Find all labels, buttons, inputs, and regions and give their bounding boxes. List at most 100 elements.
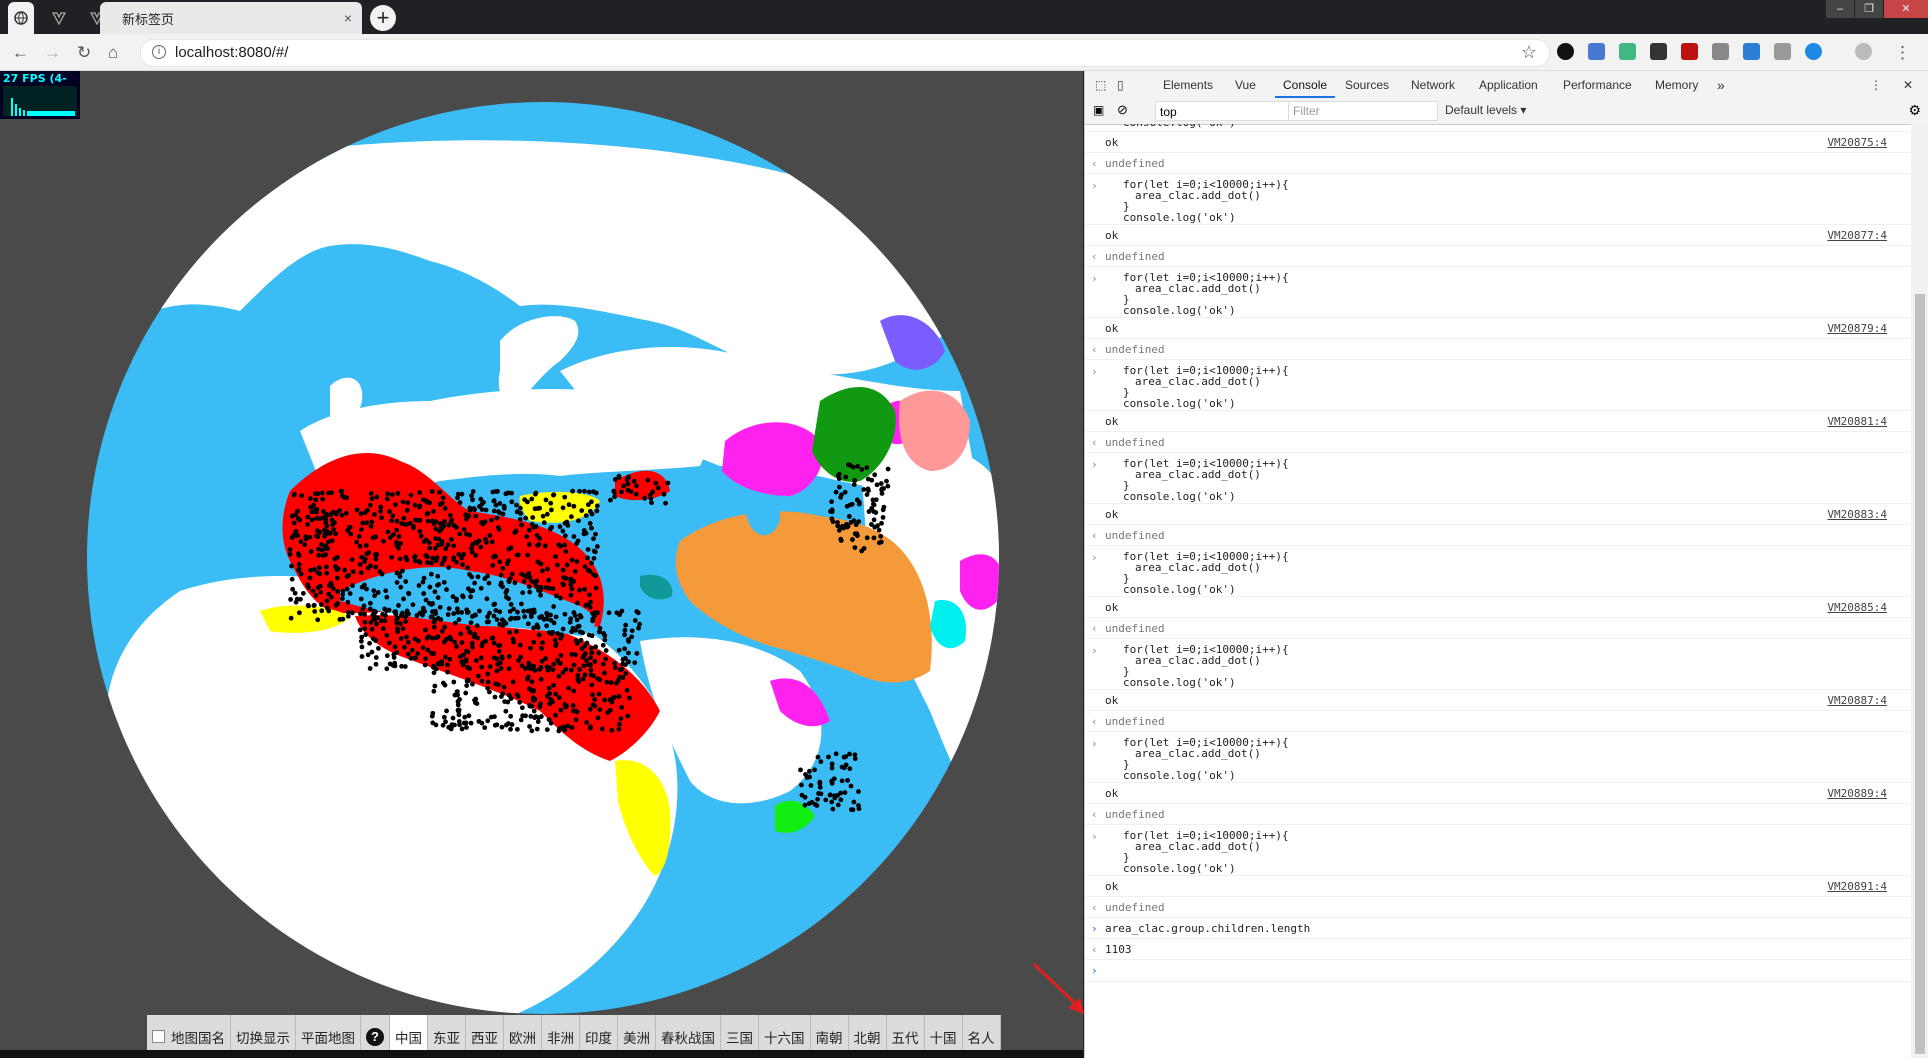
qr-code-icon[interactable]: [1650, 43, 1667, 60]
profile-avatar[interactable]: [1855, 43, 1872, 60]
map-dot: [387, 509, 392, 515]
map-dot: [489, 539, 495, 545]
map-dot: [603, 648, 609, 653]
source-link[interactable]: VM20879:4: [1827, 322, 1887, 335]
filter-input[interactable]: Filter: [1288, 101, 1438, 121]
console-result-undefined: ‹ undefined: [1085, 339, 1911, 360]
devtools-close-icon[interactable]: ✕: [1903, 71, 1913, 98]
map-dot: [436, 582, 442, 587]
map-dot: [417, 529, 423, 534]
more-tabs-icon[interactable]: »: [1717, 71, 1725, 98]
map-dot: [556, 695, 562, 701]
source-link[interactable]: VM20889:4: [1827, 787, 1887, 800]
map-dot: [404, 610, 410, 616]
forward-arrow-icon[interactable]: →: [44, 43, 61, 63]
code-line: console.log('ok'): [1123, 583, 1236, 596]
map-dot: [551, 661, 557, 667]
map-dot: [369, 649, 375, 655]
devtools-menu-icon[interactable]: ⋮: [1870, 71, 1882, 98]
map-dot: [569, 557, 575, 563]
menu-kebab-icon[interactable]: ⋮: [1894, 43, 1911, 63]
extension-icon[interactable]: [1557, 43, 1574, 60]
tab-active[interactable]: [8, 2, 34, 34]
map-dot: [308, 549, 314, 554]
map-dot: [548, 500, 554, 506]
vue-devtools-icon[interactable]: [1619, 43, 1636, 60]
source-link[interactable]: VM20885:4: [1827, 601, 1887, 614]
reload-icon[interactable]: ↻: [77, 43, 91, 63]
back-arrow-icon[interactable]: ←: [12, 43, 29, 63]
map-dot: [521, 608, 527, 614]
map-dot: [879, 520, 884, 526]
close-icon[interactable]: ×: [344, 10, 352, 26]
map-dot: [318, 589, 324, 595]
map-dot: [300, 590, 306, 596]
tab-memory[interactable]: Memory: [1655, 71, 1698, 98]
map-dot: [602, 697, 608, 703]
console-scrollbar[interactable]: [1911, 124, 1928, 1058]
minimize-button[interactable]: –: [1825, 0, 1854, 18]
bookmark-star-icon[interactable]: ☆: [1521, 42, 1537, 63]
map-dot: [337, 617, 343, 622]
map-dot: [374, 621, 380, 627]
home-icon[interactable]: ⌂: [108, 43, 118, 63]
map-dot: [315, 491, 321, 497]
map-dot: [841, 525, 846, 531]
map-dot: [541, 520, 547, 526]
code-line: area_clac.add_dot(): [1135, 189, 1261, 202]
map-dot: [470, 497, 475, 503]
map-dot: [358, 570, 364, 576]
prompt-chevron-icon[interactable]: ›: [1091, 964, 1098, 977]
tab-console[interactable]: Console: [1275, 71, 1336, 98]
source-link[interactable]: VM20877:4: [1827, 229, 1887, 242]
map-dot: [494, 515, 500, 521]
checkbox-icon[interactable]: [152, 1030, 165, 1043]
tab-performance[interactable]: Performance: [1563, 71, 1632, 98]
source-link[interactable]: VM20881:4: [1827, 415, 1887, 428]
source-link[interactable]: VM20887:4: [1827, 694, 1887, 707]
map-dot: [980, 727, 986, 733]
source-link[interactable]: VM20891:4: [1827, 880, 1887, 893]
map-dot: [846, 514, 852, 519]
map-dot: [839, 778, 845, 784]
maximize-button[interactable]: ❐: [1854, 0, 1883, 18]
tab-application[interactable]: Application: [1479, 71, 1538, 98]
globe-map[interactable]: [0, 71, 1083, 1058]
map-dot: [616, 647, 622, 653]
device-toolbar-icon[interactable]: ▯: [1117, 71, 1124, 98]
download-icon[interactable]: [1743, 43, 1760, 60]
extension-icon[interactable]: [1681, 43, 1698, 60]
source-link[interactable]: VM20875:4: [1827, 136, 1887, 149]
map-dot: [448, 536, 454, 542]
clear-console-icon[interactable]: ⊘: [1117, 102, 1128, 118]
gear-icon[interactable]: ⚙: [1908, 102, 1921, 119]
map-dot: [441, 579, 447, 585]
translate-icon[interactable]: [1588, 43, 1605, 60]
code-line: area_clac.add_dot(): [1135, 840, 1261, 853]
sidebar-toggle-icon[interactable]: ▣: [1093, 103, 1104, 117]
extension-icon[interactable]: [1774, 43, 1791, 60]
map-dot: [622, 632, 627, 638]
map-dot: [316, 565, 322, 571]
tab-elements[interactable]: Elements: [1163, 71, 1213, 98]
tab-sources[interactable]: Sources: [1345, 71, 1389, 98]
fps-graph: [3, 86, 77, 116]
tab-new-tab[interactable]: 新标签页 ×: [100, 2, 362, 34]
tab-vue[interactable]: [42, 2, 74, 34]
extension-icon[interactable]: [1805, 43, 1822, 60]
scrollbar-thumb[interactable]: [1915, 294, 1925, 1054]
new-tab-button[interactable]: +: [370, 5, 396, 31]
map-dot: [368, 563, 373, 569]
address-bar[interactable]: i localhost:8080/#/ ☆: [140, 39, 1550, 67]
camera-icon[interactable]: [1712, 43, 1729, 60]
source-link[interactable]: VM20883:4: [1827, 508, 1887, 521]
window-close-button[interactable]: ✕: [1883, 0, 1928, 18]
map-dot: [663, 500, 668, 506]
tab-network[interactable]: Network: [1411, 71, 1455, 98]
map-dot: [802, 794, 808, 800]
inspect-element-icon[interactable]: ⬚: [1095, 71, 1106, 98]
log-levels-dropdown[interactable]: Default levels ▾: [1445, 103, 1526, 117]
info-icon[interactable]: i: [152, 45, 166, 59]
map-dot: [566, 685, 572, 691]
tab-vue[interactable]: Vue: [1235, 71, 1256, 98]
